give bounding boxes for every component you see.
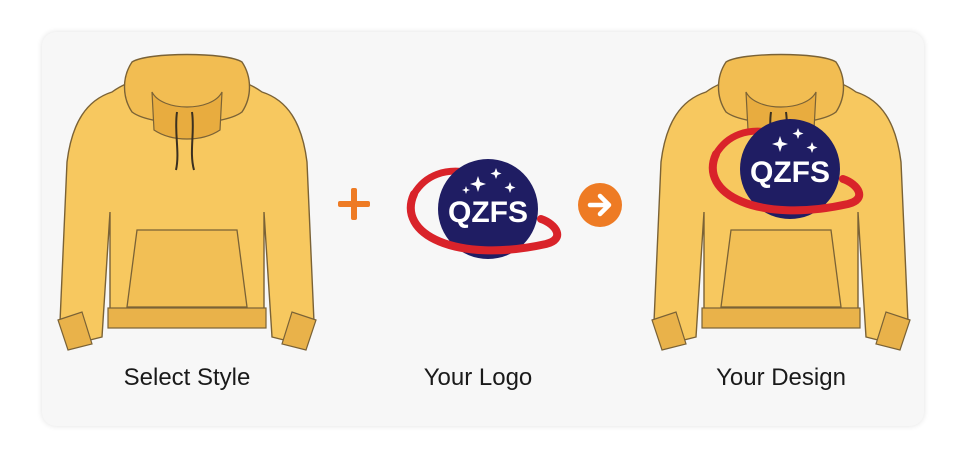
hoodie-image-your-design: QZFS	[651, 53, 911, 351]
arrow-right-circle-icon	[578, 183, 622, 227]
qzfs-logo-image: QZFS	[406, 159, 562, 259]
logo-text: QZFS	[448, 196, 528, 229]
printed-logo-text: QZFS	[750, 156, 830, 189]
caption-select-style: Select Style	[123, 364, 251, 391]
plus-icon	[336, 186, 372, 222]
caption-your-design: Your Design	[716, 364, 846, 391]
hoodie-image-select-style	[57, 53, 317, 351]
caption-your-logo: Your Logo	[423, 364, 533, 391]
